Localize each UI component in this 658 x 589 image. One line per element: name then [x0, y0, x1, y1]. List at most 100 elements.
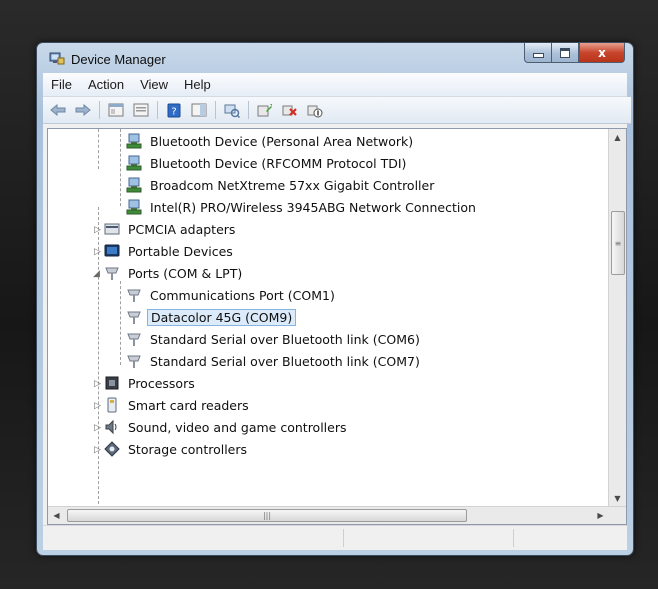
menu-file[interactable]: File	[43, 77, 80, 92]
sound-icon	[104, 419, 120, 435]
tree-item-label: Communications Port (COM1)	[150, 287, 335, 303]
processor-icon	[104, 375, 120, 391]
scroll-right-icon[interactable]: ▶	[592, 507, 609, 524]
portable-device-icon	[104, 243, 120, 259]
tree-item-sound-video-game[interactable]: Sound, video and game controllers	[104, 417, 350, 437]
window-client: File Action View Help ? Bluetooth Device…	[43, 73, 631, 550]
disable-device-button[interactable]	[304, 100, 326, 120]
tree-guide-line	[98, 129, 99, 169]
scroll-down-icon[interactable]: ▼	[609, 490, 626, 507]
status-bar	[43, 525, 627, 550]
tree-item-label: Standard Serial over Bluetooth link (COM…	[150, 331, 420, 347]
tree-item-label: Smart card readers	[128, 397, 249, 413]
tree-item-storage-controllers[interactable]: Storage controllers	[104, 439, 250, 459]
expand-arrow-icon[interactable]: ▷	[94, 379, 101, 389]
port-icon	[126, 331, 142, 347]
tree-item-label: Broadcom NetXtreme 57xx Gigabit Controll…	[150, 177, 435, 193]
tree-item-label: Ports (COM & LPT)	[128, 265, 243, 281]
tree-guide-line	[120, 129, 121, 206]
menu-help[interactable]: Help	[176, 77, 219, 92]
expand-arrow-icon[interactable]: ▷	[94, 401, 101, 411]
expand-arrow-icon[interactable]: ▷	[94, 445, 101, 455]
tree-item-smart-card-readers[interactable]: Smart card readers	[104, 395, 252, 415]
tree-item-com1[interactable]: Communications Port (COM1)	[126, 285, 338, 305]
scroll-left-icon[interactable]: ◀	[48, 507, 65, 524]
port-icon	[104, 265, 120, 281]
expand-arrow-icon[interactable]: ▷	[94, 225, 101, 235]
horizontal-scroll-thumb[interactable]: |||	[67, 509, 467, 522]
maximize-icon	[560, 47, 570, 58]
expand-arrow-icon[interactable]: ▷	[94, 247, 101, 257]
port-icon	[126, 309, 142, 325]
tree-item-label: Intel(R) PRO/Wireless 3945ABG Network Co…	[150, 199, 476, 215]
tree-item-intel-wireless[interactable]: Intel(R) PRO/Wireless 3945ABG Network Co…	[126, 197, 479, 217]
update-driver-button[interactable]	[254, 100, 276, 120]
caption-buttons: x	[524, 43, 625, 63]
network-adapter-icon	[126, 155, 142, 171]
tree-item-portable-devices[interactable]: Portable Devices	[104, 241, 236, 261]
toolbar-separator	[157, 101, 158, 119]
forward-button[interactable]	[72, 100, 94, 120]
network-adapter-icon	[126, 133, 142, 149]
port-icon	[126, 287, 142, 303]
maximize-button[interactable]	[551, 43, 579, 63]
tree-item-bluetooth-rfcomm[interactable]: Bluetooth Device (RFCOMM Protocol TDI)	[126, 153, 409, 173]
toolbar-separator	[248, 101, 249, 119]
tree-item-bluetooth-pan[interactable]: Bluetooth Device (Personal Area Network)	[126, 131, 416, 151]
device-manager-window: Device Manager x File Action View Help ?…	[36, 42, 634, 556]
tree-item-pcmcia-adapters[interactable]: PCMCIA adapters	[104, 219, 238, 239]
tree-item-bt-serial-com6[interactable]: Standard Serial over Bluetooth link (COM…	[126, 329, 423, 349]
network-adapter-icon	[126, 199, 142, 215]
properties-button[interactable]	[130, 100, 152, 120]
toolbar-separator	[99, 101, 100, 119]
tree-item-label: Storage controllers	[128, 441, 248, 457]
back-arrow-icon	[50, 104, 66, 116]
toolbar: ?	[43, 97, 631, 124]
vertical-scroll-thumb[interactable]: ≡	[611, 211, 625, 275]
tree-item-broadcom-netxtreme[interactable]: Broadcom NetXtreme 57xx Gigabit Controll…	[126, 175, 437, 195]
device-manager-icon	[49, 50, 65, 66]
storage-icon	[104, 441, 120, 457]
menu-view[interactable]: View	[132, 77, 176, 92]
tree-item-label: Standard Serial over Bluetooth link (COM…	[150, 353, 420, 369]
tree-item-processors[interactable]: Processors	[104, 373, 198, 393]
show-hide-console-tree-icon	[108, 103, 124, 117]
update-driver-icon	[257, 103, 272, 116]
forward-arrow-icon	[75, 104, 91, 116]
status-bar-cell	[513, 529, 626, 547]
tree-item-label: Processors	[128, 375, 195, 391]
minimize-button[interactable]	[524, 43, 551, 63]
action-pane-button[interactable]	[188, 100, 210, 120]
tree-item-datacolor-com9[interactable]: Datacolor 45G (COM9)	[126, 307, 297, 327]
tree-item-ports[interactable]: Ports (COM & LPT)	[104, 263, 245, 283]
expand-arrow-icon[interactable]: ▷	[94, 423, 101, 433]
show-hide-console-tree-button[interactable]	[105, 100, 127, 120]
scan-hardware-changes-button[interactable]	[221, 100, 243, 120]
vertical-scrollbar[interactable]: ▲ ≡ ▼	[608, 129, 626, 507]
device-tree[interactable]: Bluetooth Device (Personal Area Network)…	[47, 128, 627, 525]
window-title: Device Manager	[71, 52, 166, 67]
collapse-arrow-icon[interactable]: ◢	[93, 269, 100, 279]
scroll-up-icon[interactable]: ▲	[609, 129, 626, 146]
horizontal-scrollbar[interactable]: ◀ ||| ▶	[48, 506, 626, 524]
smart-card-icon	[104, 397, 120, 413]
pcmcia-icon	[104, 221, 120, 237]
help-icon: ?	[167, 103, 181, 117]
minimize-icon	[532, 53, 544, 58]
uninstall-button[interactable]	[279, 100, 301, 120]
svg-text:?: ?	[171, 106, 176, 117]
tree-guide-line	[120, 281, 121, 365]
network-adapter-icon	[126, 177, 142, 193]
menu-action[interactable]: Action	[80, 77, 132, 92]
help-button[interactable]: ?	[163, 100, 185, 120]
tree-item-label: Portable Devices	[128, 243, 233, 259]
action-pane-icon	[191, 103, 207, 117]
uninstall-icon	[282, 105, 297, 116]
tree-item-label: PCMCIA adapters	[128, 221, 236, 237]
tree-item-bt-serial-com7[interactable]: Standard Serial over Bluetooth link (COM…	[126, 351, 423, 371]
back-button[interactable]	[47, 100, 69, 120]
close-button[interactable]: x	[579, 43, 625, 63]
tree-item-label: Bluetooth Device (RFCOMM Protocol TDI)	[150, 155, 407, 171]
menu-bar: File Action View Help	[43, 73, 627, 97]
disable-device-icon	[307, 105, 323, 117]
